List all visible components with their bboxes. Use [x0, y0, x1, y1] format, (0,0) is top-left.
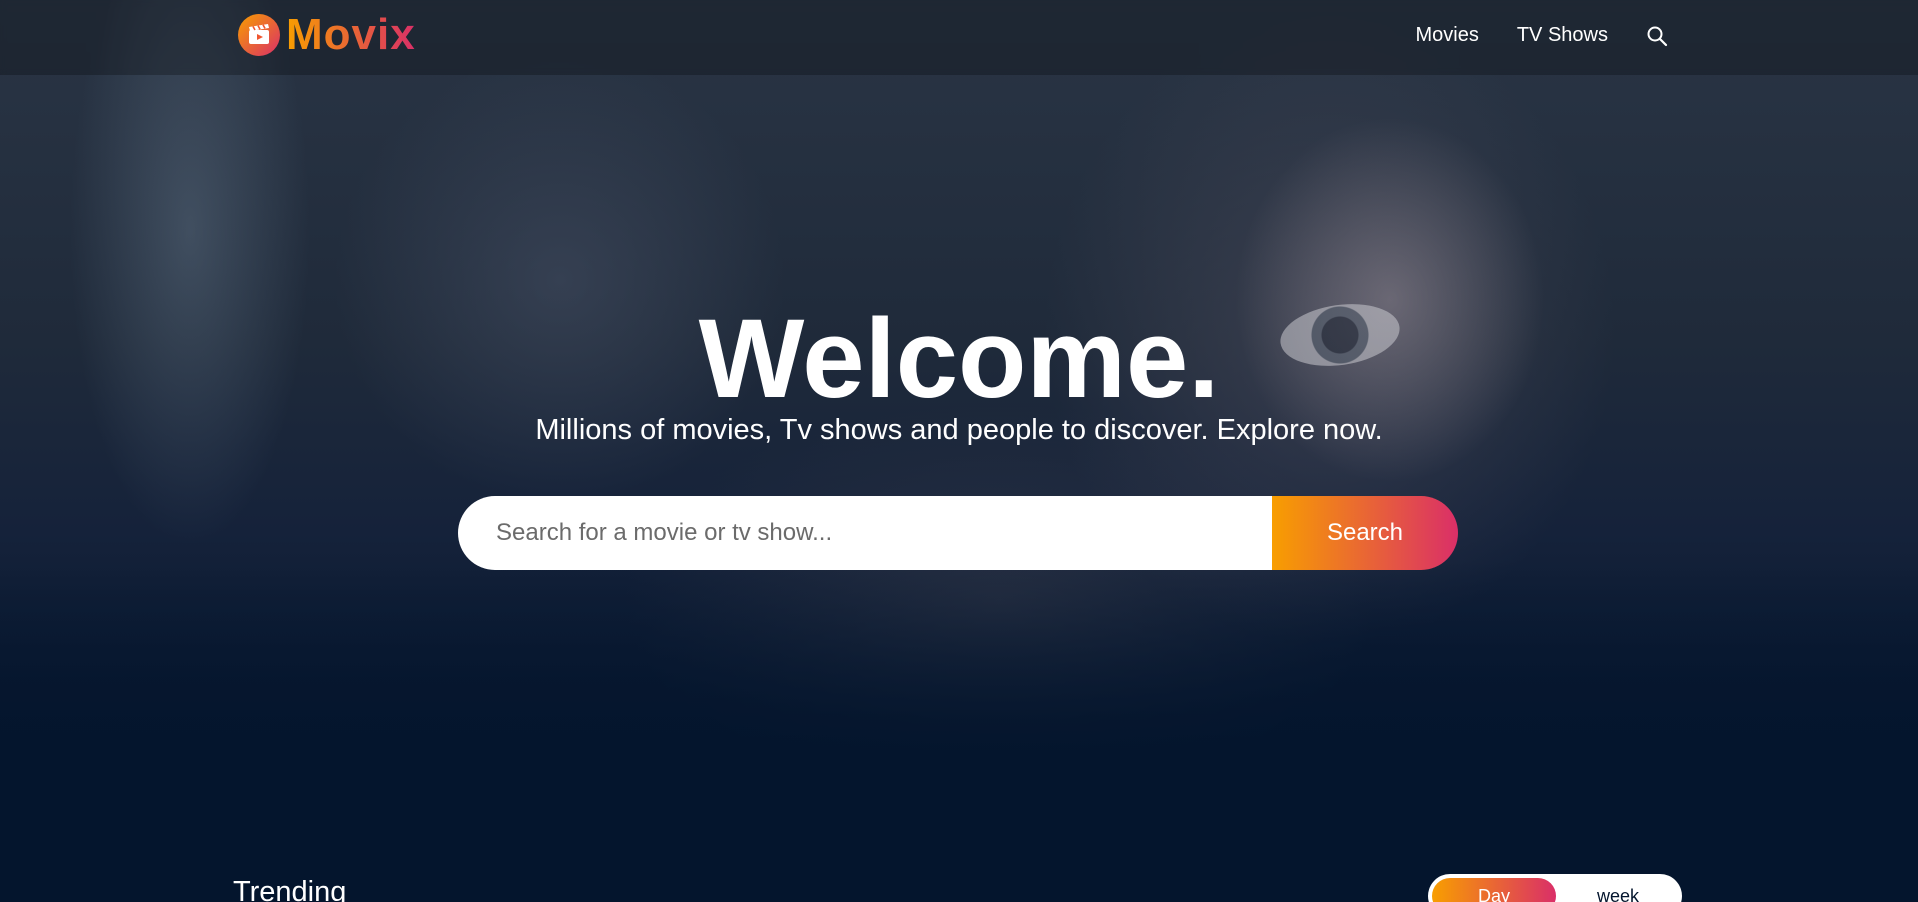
tab-week[interactable]: week	[1556, 878, 1680, 902]
page: Movix Movies TV Shows Welcome. Millions …	[0, 0, 1918, 902]
hero-search-bar: Search	[458, 496, 1458, 570]
hero-title: Welcome.	[698, 296, 1220, 421]
movie-clapper-play-icon	[238, 14, 280, 56]
logo-text: Movix	[286, 10, 416, 59]
tab-day[interactable]: Day	[1432, 878, 1556, 902]
hero-fade-overlay	[0, 560, 1918, 760]
logo[interactable]: Movix	[238, 10, 416, 59]
main-nav: Movies TV Shows	[1377, 24, 1668, 47]
nav-item-tv-shows[interactable]: TV Shows	[1517, 24, 1608, 47]
search-input[interactable]	[458, 496, 1272, 570]
trending-title: Trending	[233, 876, 347, 902]
hero-subtitle: Millions of movies, Tv shows and people …	[535, 414, 1383, 446]
search-button[interactable]: Search	[1272, 496, 1458, 570]
search-icon[interactable]	[1646, 25, 1668, 47]
trending-time-switch: Day week	[1428, 874, 1682, 902]
nav-item-movies[interactable]: Movies	[1415, 24, 1478, 47]
header: Movix Movies TV Shows	[0, 0, 1918, 75]
